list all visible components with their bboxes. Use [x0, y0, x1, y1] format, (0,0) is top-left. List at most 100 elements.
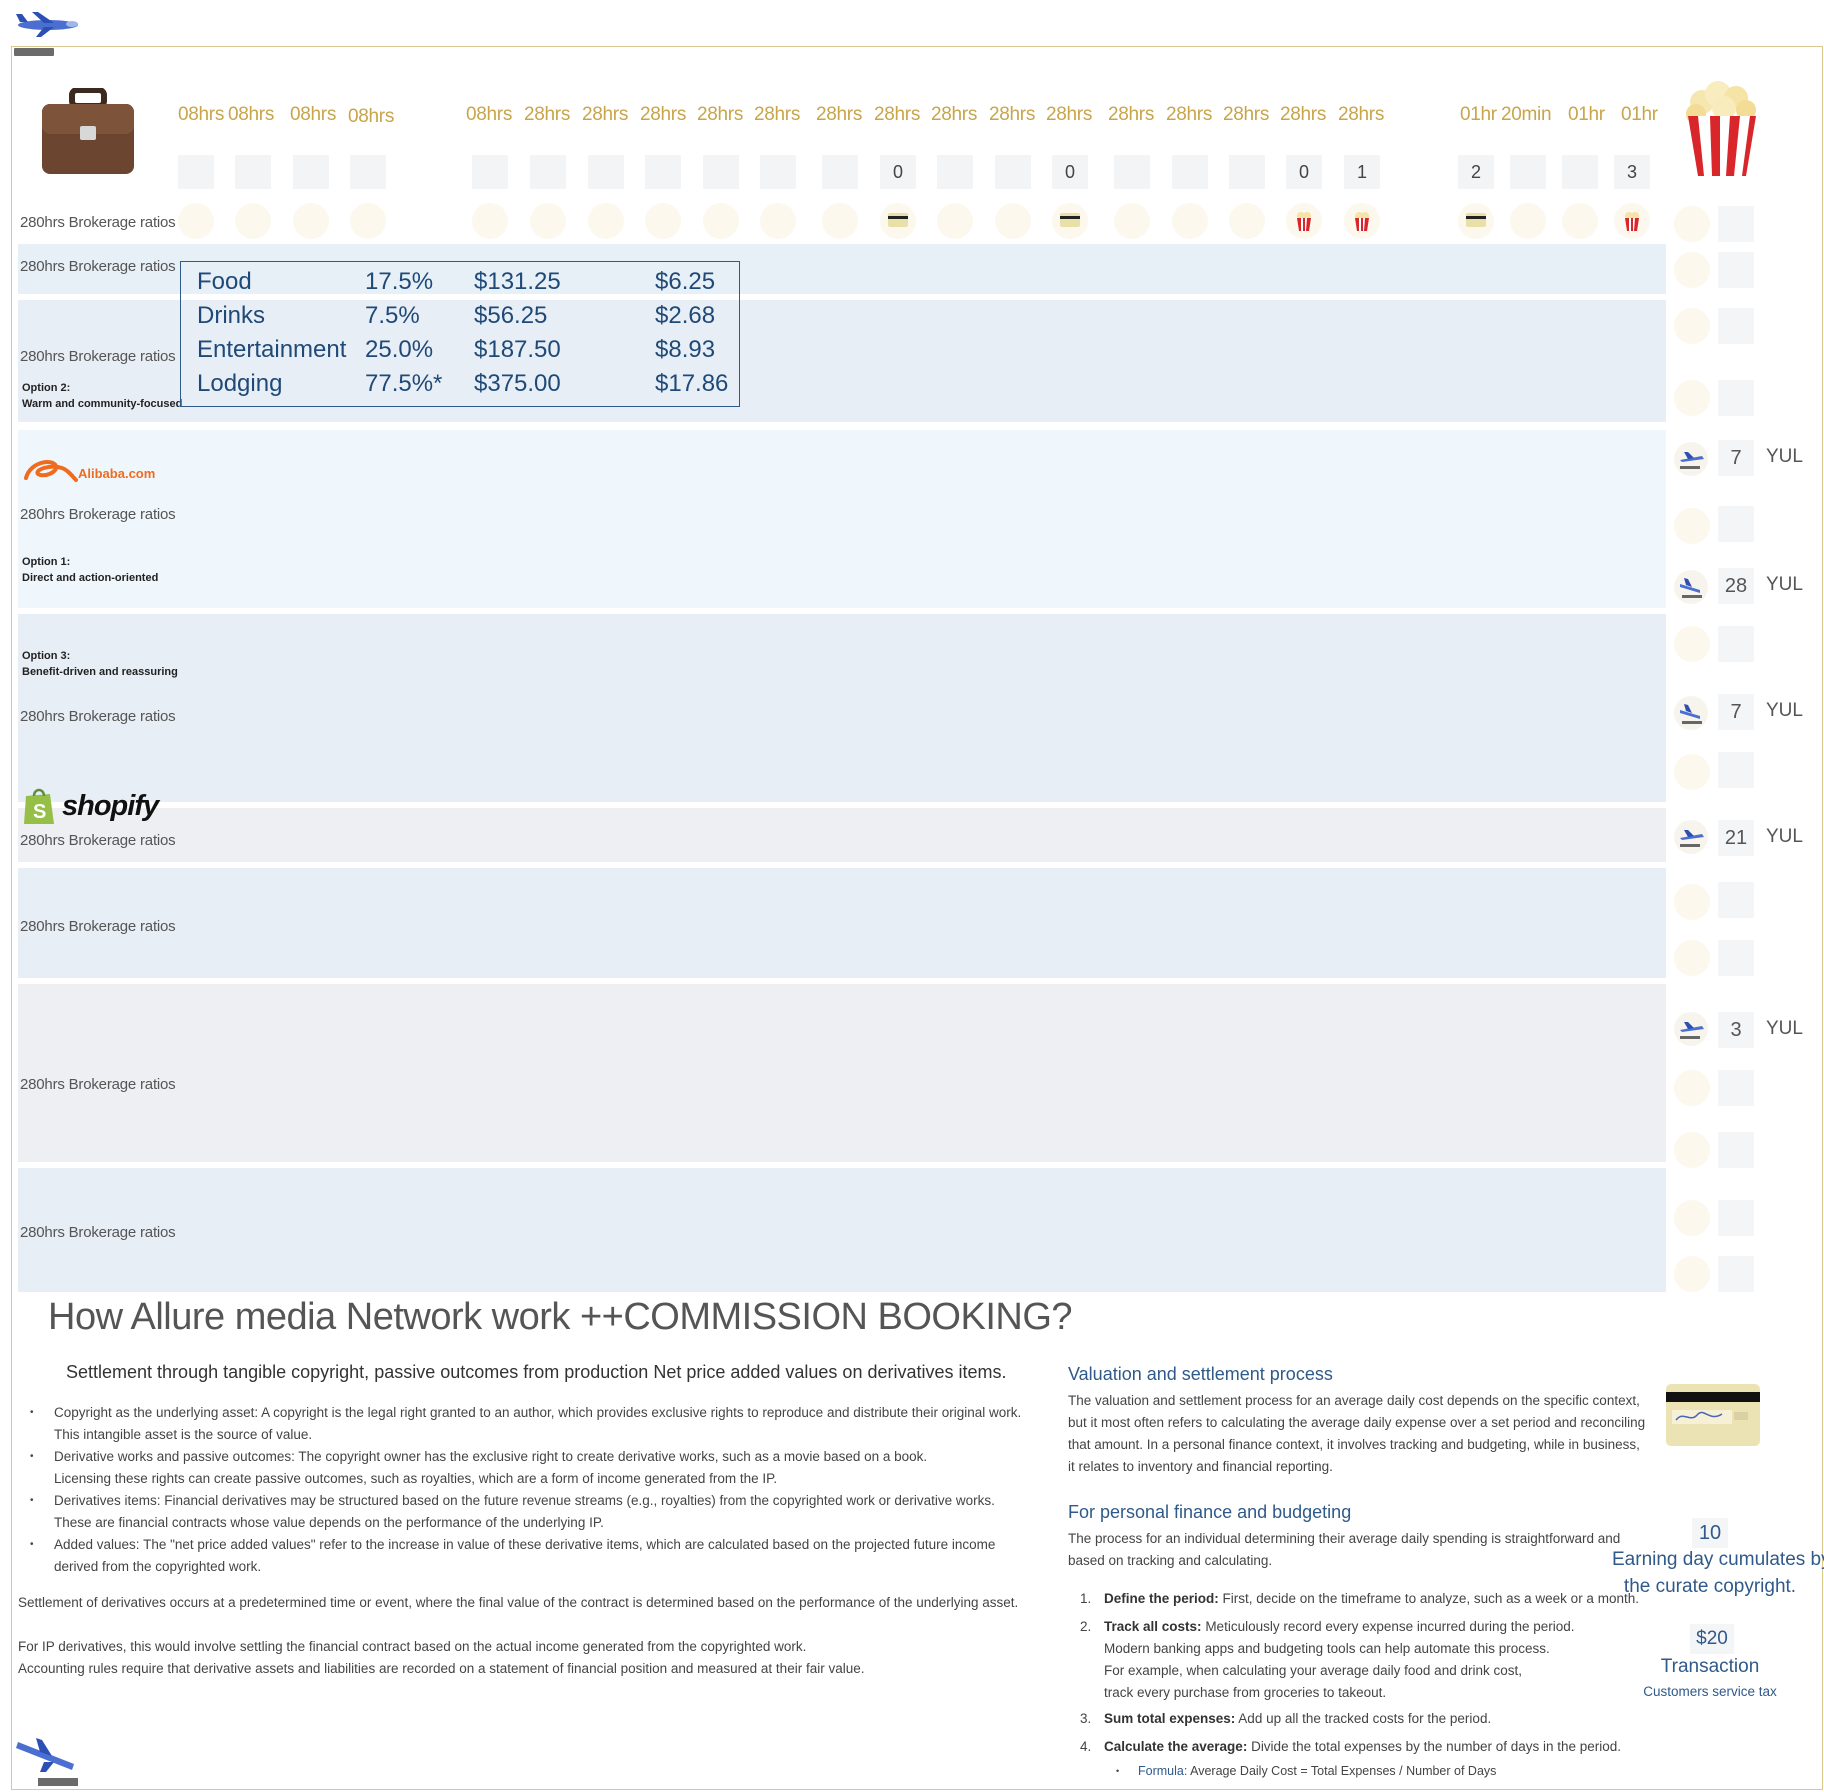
empty-slot[interactable]	[588, 203, 624, 239]
paragraph: Settlement of derivatives occurs at a pr…	[18, 1595, 1019, 1610]
count-cell[interactable]: 0	[1286, 155, 1322, 189]
count-cell[interactable]	[1172, 155, 1208, 189]
empty-slot[interactable]	[1229, 203, 1265, 239]
empty-slot[interactable]	[703, 203, 739, 239]
empty-slot[interactable]	[1674, 252, 1710, 288]
empty-slot[interactable]	[1674, 508, 1710, 544]
count-cell[interactable]	[235, 155, 271, 189]
count-cell[interactable]	[1718, 252, 1754, 288]
count-cell[interactable]: 7	[1718, 440, 1754, 476]
step-line: Modern banking apps and budgeting tools …	[1104, 1641, 1550, 1656]
popcorn-slot[interactable]	[1614, 203, 1650, 239]
count-cell[interactable]	[1718, 1132, 1754, 1168]
empty-slot[interactable]	[1114, 203, 1150, 239]
row-label: 280hrs Brokerage ratios	[20, 918, 176, 935]
count-cell[interactable]	[645, 155, 681, 189]
count-cell[interactable]	[1718, 1200, 1754, 1236]
count-cell[interactable]: 21	[1718, 820, 1754, 856]
count-cell[interactable]	[293, 155, 329, 189]
count-cell[interactable]: 2	[1458, 155, 1494, 189]
hour-label: 20min	[1501, 104, 1552, 125]
empty-slot[interactable]	[235, 203, 271, 239]
count-cell[interactable]: 7	[1718, 694, 1754, 730]
popcorn-slot[interactable]	[1286, 203, 1322, 239]
count-cell[interactable]	[178, 155, 214, 189]
price-value: $20	[1690, 1624, 1734, 1654]
empty-slot[interactable]	[1510, 203, 1546, 239]
total-cell: $56.25	[474, 302, 548, 329]
option-desc: Benefit-driven and reassuring	[22, 666, 178, 678]
count-cell[interactable]	[1718, 206, 1754, 242]
empty-slot[interactable]	[1674, 1256, 1710, 1292]
credit-card-icon	[1060, 213, 1080, 227]
empty-slot[interactable]	[995, 203, 1031, 239]
list-item: Derivatives items: Financial derivatives…	[30, 1490, 995, 1534]
daily-cell: $2.68	[655, 302, 716, 329]
category-cell: Drinks	[197, 302, 266, 329]
line: These are financial contracts whose valu…	[54, 1515, 604, 1530]
empty-slot[interactable]	[350, 203, 386, 239]
empty-slot[interactable]	[530, 203, 566, 239]
empty-slot[interactable]	[937, 203, 973, 239]
count-cell[interactable]	[472, 155, 508, 189]
hour-label: 28hrs	[874, 104, 921, 125]
empty-slot[interactable]	[1674, 940, 1710, 976]
empty-slot[interactable]	[1674, 1132, 1710, 1168]
empty-slot[interactable]	[760, 203, 796, 239]
empty-slot[interactable]	[1674, 308, 1710, 344]
empty-slot[interactable]	[1674, 1200, 1710, 1236]
empty-slot[interactable]	[645, 203, 681, 239]
count-cell[interactable]	[937, 155, 973, 189]
count-cell[interactable]	[995, 155, 1031, 189]
empty-slot[interactable]	[178, 203, 214, 239]
count-cell[interactable]: 0	[880, 155, 916, 189]
daily-cell: $17.86	[655, 370, 729, 397]
count-cell[interactable]	[350, 155, 386, 189]
card-slot[interactable]	[1458, 203, 1494, 239]
option-3: Option 3: Benefit-driven and reassuring	[22, 648, 178, 680]
empty-slot[interactable]	[1674, 206, 1710, 242]
list-item: Derivative works and passive outcomes: T…	[30, 1446, 927, 1490]
empty-slot[interactable]	[1674, 380, 1710, 416]
count-cell[interactable]	[1562, 155, 1598, 189]
empty-slot[interactable]	[1674, 754, 1710, 790]
empty-slot[interactable]	[1674, 1070, 1710, 1106]
count-cell[interactable]: 3	[1718, 1012, 1754, 1048]
count-cell[interactable]	[822, 155, 858, 189]
count-cell[interactable]: 28	[1718, 568, 1754, 604]
count-cell[interactable]	[1510, 155, 1546, 189]
empty-slot[interactable]	[293, 203, 329, 239]
empty-slot[interactable]	[1674, 884, 1710, 920]
empty-slot[interactable]	[1172, 203, 1208, 239]
step-line: For example, when calculating your avera…	[1104, 1663, 1522, 1678]
count-cell[interactable]	[1718, 1070, 1754, 1106]
count-cell[interactable]	[1229, 155, 1265, 189]
empty-slot[interactable]	[822, 203, 858, 239]
hour-label: 08hrs	[228, 104, 275, 125]
formula: • Formula: Average Daily Cost = Total Ex…	[1116, 1764, 1496, 1778]
count-cell[interactable]	[1718, 506, 1754, 542]
count-cell[interactable]	[760, 155, 796, 189]
empty-slot[interactable]	[1562, 203, 1598, 239]
count-cell[interactable]	[703, 155, 739, 189]
count-cell[interactable]	[588, 155, 624, 189]
card-slot[interactable]	[880, 203, 916, 239]
count-cell[interactable]	[1718, 626, 1754, 662]
count-cell[interactable]	[1718, 1256, 1754, 1292]
count-cell[interactable]: 1	[1344, 155, 1380, 189]
popcorn-slot[interactable]	[1344, 203, 1380, 239]
count-cell[interactable]: 3	[1614, 155, 1650, 189]
count-cell[interactable]	[1114, 155, 1150, 189]
count-cell[interactable]	[1718, 882, 1754, 918]
count-cell[interactable]	[1718, 308, 1754, 344]
card-slot[interactable]	[1052, 203, 1088, 239]
hour-label: 28hrs	[1280, 104, 1327, 125]
count-cell[interactable]	[530, 155, 566, 189]
empty-slot[interactable]	[1674, 626, 1710, 662]
count-cell[interactable]	[1718, 380, 1754, 416]
empty-slot[interactable]	[472, 203, 508, 239]
count-cell[interactable]	[1718, 752, 1754, 788]
count-cell[interactable]	[1718, 940, 1754, 976]
count-cell[interactable]: 0	[1052, 155, 1088, 189]
row-label: 280hrs Brokerage ratios	[20, 348, 176, 365]
